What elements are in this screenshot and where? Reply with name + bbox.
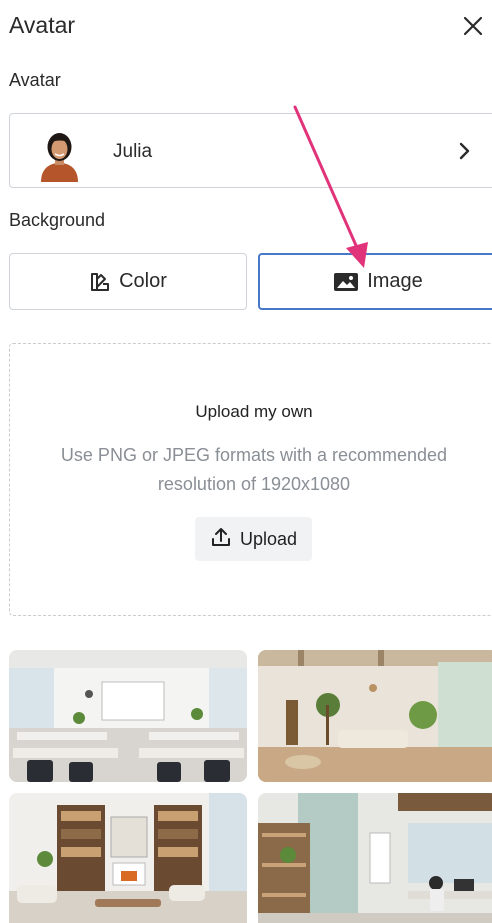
avatar-name: Julia <box>113 141 153 162</box>
background-thumbnail-library[interactable] <box>9 793 247 923</box>
panel-title: Avatar <box>9 12 76 38</box>
upload-button[interactable]: Upload <box>195 517 312 561</box>
background-image-label: Image <box>367 270 423 292</box>
avatar-selector[interactable]: Julia <box>9 113 492 188</box>
background-color-label: Color <box>119 270 167 292</box>
upload-title: Upload my own <box>195 402 313 421</box>
image-icon <box>333 272 359 292</box>
avatar-section-label: Avatar <box>9 70 61 90</box>
panel-header: Avatar <box>9 10 485 44</box>
background-color-button[interactable]: Color <box>9 253 247 310</box>
palette-icon <box>89 271 111 293</box>
background-thumbnail-classroom[interactable] <box>9 650 247 782</box>
chevron-right-icon <box>454 141 474 161</box>
close-icon[interactable] <box>461 14 485 38</box>
upload-description: Use PNG or JPEG formats with a recommend… <box>60 445 448 494</box>
background-image-button[interactable]: Image <box>258 253 492 310</box>
upload-icon <box>210 526 232 553</box>
avatar-thumbnail <box>31 125 88 182</box>
background-thumbnail-living-room[interactable] <box>258 650 492 782</box>
background-thumbnail-office[interactable] <box>258 793 492 923</box>
upload-dropzone[interactable]: Upload my own Use PNG or JPEG formats wi… <box>9 343 492 616</box>
upload-button-label: Upload <box>239 528 298 549</box>
background-section-label: Background <box>9 210 106 230</box>
